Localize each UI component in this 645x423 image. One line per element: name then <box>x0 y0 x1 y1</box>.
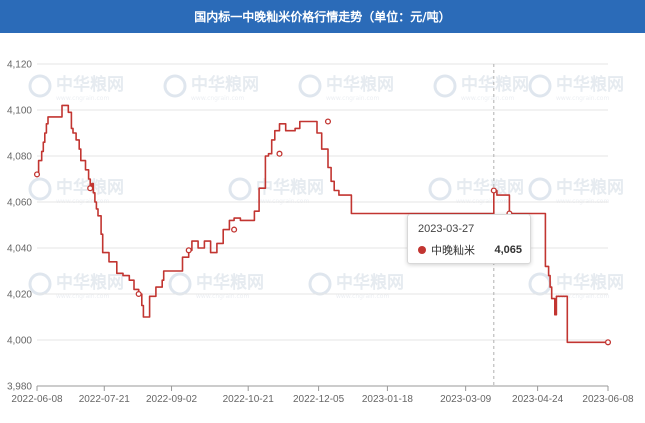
y-tick-label: 4,000 <box>7 336 32 347</box>
data-point[interactable] <box>604 339 612 346</box>
zhonghua-liangwang-logo-icon <box>428 177 452 201</box>
data-point[interactable] <box>87 185 94 192</box>
data-point[interactable] <box>324 118 332 125</box>
y-tick-label: 4,100 <box>7 106 32 117</box>
watermark-text: 中华粮网 <box>556 74 624 95</box>
data-point[interactable] <box>490 187 497 194</box>
zhonghua-liangwang-logo-icon <box>298 74 322 98</box>
tooltip-value: 4,065 <box>494 244 522 256</box>
watermark-text: 中华粮网 <box>326 74 394 95</box>
x-tick-label: 2023-03-09 <box>440 394 492 405</box>
x-tick-label: 2022-06-08 <box>11 394 63 405</box>
watermark: 中华粮网www.cngrain.com <box>298 74 394 102</box>
data-point[interactable] <box>231 226 238 233</box>
zhonghua-liangwang-logo-icon <box>163 74 187 98</box>
watermark: 中华粮网www.cngrain.com <box>168 272 264 300</box>
y-tick-label: 4,080 <box>7 152 32 163</box>
watermark-text: 中华粮网 <box>336 272 404 293</box>
x-tick-label: 2022-07-21 <box>79 394 131 405</box>
x-axis: 2022-06-08 2022-07-21 2022-09-02 2022-10-21… <box>11 385 634 405</box>
tooltip-date: 2023-03-27 <box>418 223 475 235</box>
x-tick-label: 2022-10-21 <box>223 394 275 405</box>
watermark: 中华粮网www.cngrain.com <box>528 272 624 300</box>
zhonghua-liangwang-logo-icon <box>528 177 552 201</box>
watermark: 中华粮网www.cngrain.com <box>528 177 624 205</box>
watermark-text: 中华粮网 <box>556 177 624 198</box>
zhonghua-liangwang-logo-icon <box>228 177 252 201</box>
watermark: 中华粮网www.cngrain.com <box>28 177 124 205</box>
watermark-text: 中华粮网 <box>196 272 264 293</box>
watermark-text: 中华粮网 <box>191 74 259 95</box>
zhonghua-liangwang-logo-icon <box>528 272 552 296</box>
watermark: 中华粮网www.cngrain.com <box>28 74 124 102</box>
data-point[interactable] <box>276 150 283 157</box>
tooltip: 2023-03-27 中晚籼米 4,065 <box>407 214 531 264</box>
watermark: 中华粮网www.cngrain.com <box>433 74 529 102</box>
watermark: 中华粮网www.cngrain.com <box>163 74 259 102</box>
tooltip-series-name: 中晚籼米 <box>431 245 475 257</box>
x-tick-label: 2023-06-08 <box>582 394 634 405</box>
data-point[interactable] <box>33 171 41 178</box>
zhonghua-liangwang-logo-icon <box>308 272 332 296</box>
x-tick-label: 2022-12-05 <box>293 394 345 405</box>
chart-title: 国内标一中晚籼米价格行情走势（单位：元/吨） <box>0 0 645 33</box>
watermark-text: 中华粮网 <box>56 74 124 95</box>
watermark-subtext: www.cngrain.com <box>461 95 514 102</box>
price-line-chart[interactable]: 中华粮网www.cngrain.com中华粮网www.cngrain.com中华… <box>0 33 645 423</box>
y-tick-label: 4,120 <box>7 60 32 71</box>
zhonghua-liangwang-logo-icon <box>433 74 457 98</box>
y-axis-ticks: 3,980 4,000 4,020 4,040 4,060 4,080 4,100 4,120 <box>7 60 32 393</box>
watermark: 中华粮网www.cngrain.com <box>28 272 124 300</box>
watermark-subtext: www.cngrain.com <box>56 95 109 102</box>
watermark-text: 中华粮网 <box>556 272 624 293</box>
zhonghua-liangwang-logo-icon <box>528 74 552 98</box>
y-tick-label: 4,020 <box>7 290 32 301</box>
tooltip-row: 中晚籼米 4,065 <box>418 243 522 257</box>
watermark: 中华粮网www.cngrain.com <box>308 272 404 300</box>
y-tick-label: 4,040 <box>7 244 32 255</box>
watermark-text: 中华粮网 <box>461 74 529 95</box>
watermark: 中华粮网www.cngrain.com <box>528 74 624 102</box>
x-tick-label: 2023-01-18 <box>362 394 414 405</box>
watermark-subtext: www.cngrain.com <box>326 95 379 102</box>
watermark-text: 中华粮网 <box>456 177 524 198</box>
watermark-layer: 中华粮网www.cngrain.com中华粮网www.cngrain.com中华… <box>28 74 624 300</box>
y-tick-label: 3,980 <box>7 382 32 393</box>
watermark-text: 中华粮网 <box>256 177 324 198</box>
data-point[interactable] <box>135 290 142 298</box>
watermark-subtext: www.cngrain.com <box>191 95 244 102</box>
zhonghua-liangwang-logo-icon <box>28 74 52 98</box>
y-tick-label: 4,060 <box>7 198 32 209</box>
zhonghua-liangwang-logo-icon <box>28 272 52 296</box>
watermark: 中华粮网www.cngrain.com <box>228 177 324 205</box>
x-tick-label: 2023-04-24 <box>512 394 564 405</box>
watermark-text: 中华粮网 <box>56 272 124 293</box>
x-tick-label: 2022-09-02 <box>146 394 198 405</box>
data-point[interactable] <box>185 247 192 254</box>
series-dot-icon <box>418 246 426 254</box>
zhonghua-liangwang-logo-icon <box>28 177 52 201</box>
watermark-subtext: www.cngrain.com <box>556 95 609 102</box>
zhonghua-liangwang-logo-icon <box>168 272 192 296</box>
